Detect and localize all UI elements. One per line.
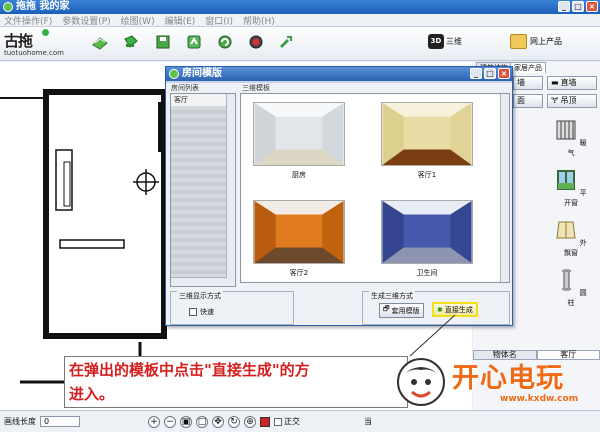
- watermark-text: 开心电玩: [452, 363, 564, 394]
- watermark-url: www.kxdw.com: [500, 394, 579, 404]
- watermark: 开心电玩 www.kxdw.com: [390, 354, 600, 410]
- callout-line2: 进入。: [69, 385, 115, 403]
- callout-line1: 在弹出的模板中点击"直接生成"的方: [69, 361, 310, 379]
- watermark-mascot-icon: [397, 358, 445, 406]
- tutorial-callout: 在弹出的模板中点击"直接生成"的方 进入。: [64, 356, 408, 408]
